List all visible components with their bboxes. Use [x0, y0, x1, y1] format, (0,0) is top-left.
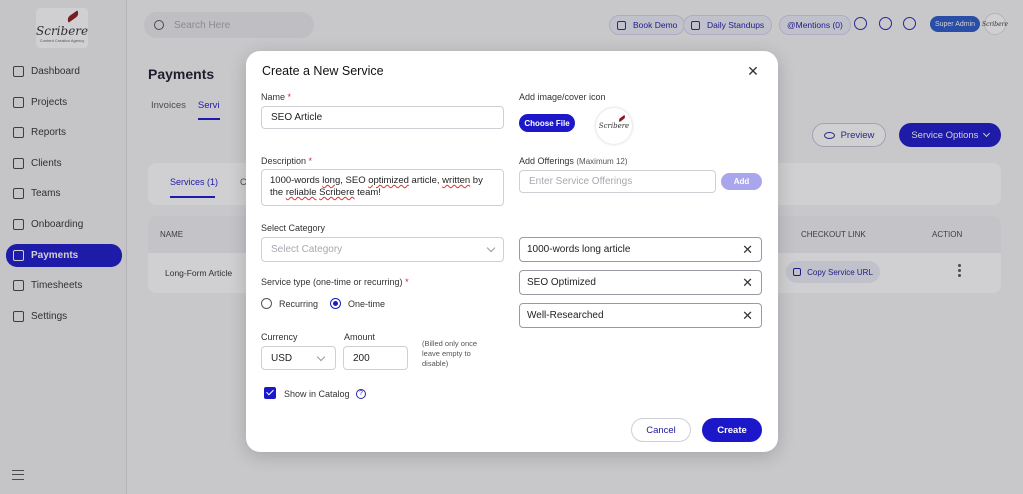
- add-offering-button[interactable]: Add: [721, 173, 762, 190]
- currency-select[interactable]: USD: [261, 346, 336, 370]
- chevron-down-icon: [316, 352, 326, 362]
- choose-file-button[interactable]: Choose File: [519, 114, 575, 132]
- create-button[interactable]: Create: [702, 418, 762, 442]
- description-textarea[interactable]: 1000-words long, SEO optimized article, …: [261, 169, 504, 206]
- service-type-label: Service type (one-time or recurring) *: [261, 277, 409, 287]
- currency-value: USD: [271, 352, 293, 364]
- name-label: Name *: [261, 92, 292, 102]
- cancel-button[interactable]: Cancel: [631, 418, 691, 442]
- category-select[interactable]: Select Category: [261, 237, 504, 262]
- offering-item: 1000-words long article ✕: [519, 237, 762, 262]
- modal-title: Create a New Service: [262, 64, 384, 78]
- remove-offering-icon[interactable]: ✕: [742, 243, 753, 256]
- one-time-radio[interactable]: [330, 298, 341, 309]
- amount-input[interactable]: 200: [343, 346, 408, 370]
- chevron-down-icon: [486, 243, 496, 253]
- offerings-input[interactable]: Enter Service Offerings: [519, 170, 716, 193]
- offering-text: Well-Researched: [527, 310, 604, 321]
- recurring-label: Recurring: [279, 299, 319, 309]
- remove-offering-icon[interactable]: ✕: [742, 309, 753, 322]
- offerings-label: Add Offerings (Maximum 12): [519, 156, 628, 166]
- show-in-catalog-checkbox[interactable]: [264, 387, 276, 399]
- amount-label: Amount: [344, 332, 376, 342]
- currency-label: Currency: [261, 332, 298, 342]
- close-icon[interactable]: ✕: [746, 64, 760, 78]
- offering-item: SEO Optimized ✕: [519, 270, 762, 295]
- one-time-label: One-time: [348, 299, 386, 309]
- remove-offering-icon[interactable]: ✕: [742, 276, 753, 289]
- help-icon[interactable]: ?: [356, 389, 366, 399]
- offering-item: Well-Researched ✕: [519, 303, 762, 328]
- category-placeholder: Select Category: [271, 244, 343, 255]
- offering-text: SEO Optimized: [527, 277, 596, 288]
- cover-label: Add image/cover icon: [519, 92, 606, 102]
- name-input[interactable]: SEO Article: [261, 106, 504, 129]
- recurring-radio[interactable]: [261, 298, 272, 309]
- create-service-modal: Create a New Service ✕ Name * SEO Articl…: [246, 51, 778, 452]
- billed-note: (Billed only once leave empty to disable…: [422, 339, 478, 368]
- cover-image-preview: Scribere: [596, 108, 632, 144]
- category-label: Select Category: [261, 223, 326, 233]
- offering-text: 1000-words long article: [527, 244, 631, 255]
- description-label: Description *: [261, 156, 313, 166]
- show-in-catalog-label: Show in Catalog: [284, 389, 350, 399]
